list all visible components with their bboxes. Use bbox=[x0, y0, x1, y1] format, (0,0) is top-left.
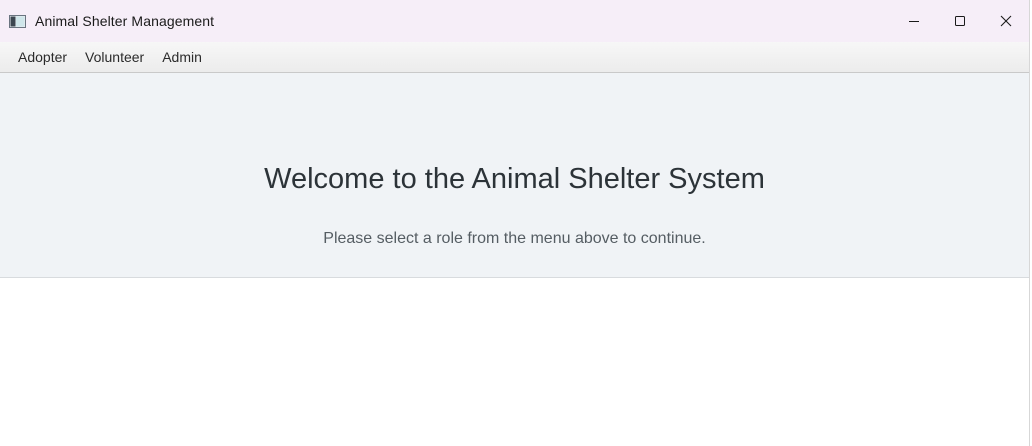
close-icon bbox=[1000, 15, 1012, 27]
title-bar[interactable]: Animal Shelter Management bbox=[0, 0, 1029, 42]
minimize-button[interactable] bbox=[891, 0, 937, 42]
menu-adopter[interactable]: Adopter bbox=[9, 42, 76, 73]
welcome-subtitle: Please select a role from the menu above… bbox=[323, 230, 706, 247]
app-window: Animal Shelter Management Adopter Volunt… bbox=[0, 0, 1030, 446]
close-button[interactable] bbox=[983, 0, 1029, 42]
app-window-icon bbox=[9, 14, 26, 28]
menu-volunteer[interactable]: Volunteer bbox=[76, 42, 153, 73]
welcome-title: Welcome to the Animal Shelter System bbox=[264, 163, 765, 195]
minimize-icon bbox=[908, 15, 920, 27]
menu-bar: Adopter Volunteer Admin bbox=[0, 42, 1029, 73]
window-controls bbox=[891, 0, 1029, 42]
menu-admin[interactable]: Admin bbox=[153, 42, 211, 73]
content-area bbox=[0, 278, 1029, 446]
window-title: Animal Shelter Management bbox=[35, 13, 215, 29]
welcome-banner: Welcome to the Animal Shelter System Ple… bbox=[0, 73, 1029, 278]
maximize-button[interactable] bbox=[937, 0, 983, 42]
maximize-icon bbox=[954, 15, 966, 27]
